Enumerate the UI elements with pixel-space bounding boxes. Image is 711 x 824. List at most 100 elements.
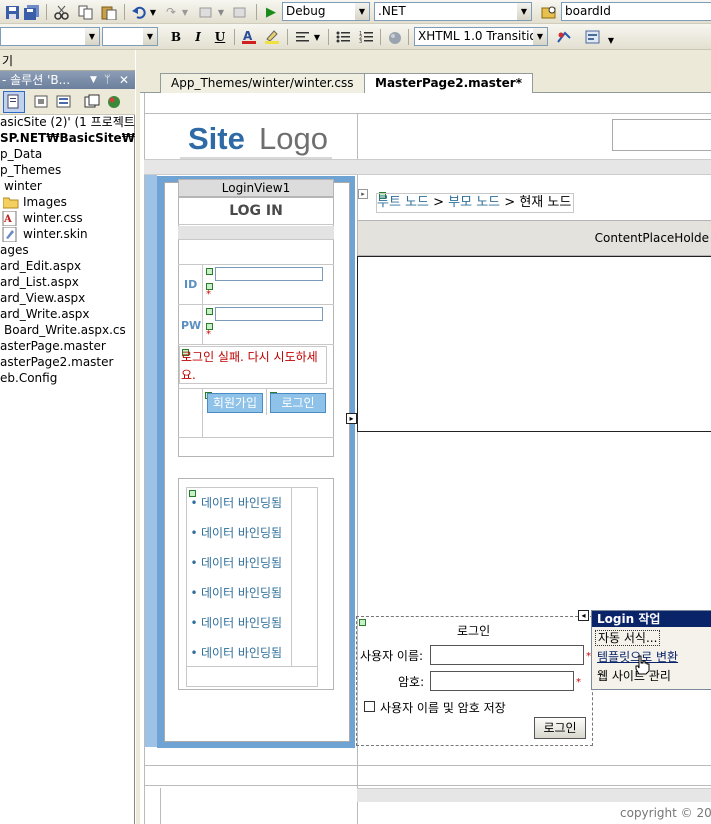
tree-item-web-config[interactable]: eb.Config <box>0 370 57 386</box>
justify-dropdown-icon[interactable]: ▼ <box>312 28 322 46</box>
password-input[interactable] <box>430 671 574 691</box>
password-label: 암호: <box>398 675 425 689</box>
save-icon[interactable] <box>3 3 21 21</box>
tool-strip: 기 <box>0 50 135 71</box>
tree-item-board-view[interactable]: ard_View.aspx <box>0 290 85 306</box>
chevron-down-icon[interactable]: ▼ <box>355 3 369 20</box>
close-icon[interactable]: ✕ <box>119 71 129 89</box>
tree-item-board-edit[interactable]: ard_Edit.aspx <box>0 258 81 274</box>
font-size-combo[interactable]: ▼ <box>102 27 158 46</box>
check-accessibility-icon[interactable] <box>555 28 573 46</box>
login-ctrl-button[interactable]: 로그인 <box>534 717 586 739</box>
cut-icon[interactable] <box>52 3 70 21</box>
paste-icon[interactable] <box>100 3 118 21</box>
login-button[interactable]: 로그인 <box>270 393 326 413</box>
tree-item-masterpage2[interactable]: asterPage2.master <box>0 354 113 370</box>
copy-icon[interactable] <box>76 3 94 21</box>
sitemap-root[interactable]: 루트 노드 <box>377 195 429 210</box>
list-item: • 데이터 바인딩됨 <box>187 524 282 541</box>
tree-item-app-data[interactable]: p_Data <box>0 146 42 162</box>
show-hide-icon[interactable] <box>584 28 602 46</box>
bold-button[interactable]: B <box>167 28 185 46</box>
undo-icon[interactable] <box>130 3 148 21</box>
hand-cursor-icon <box>634 655 650 678</box>
tree-item-board-write-cs[interactable]: Board_Write.aspx.cs <box>4 322 126 338</box>
font-name-combo[interactable]: ▼ <box>0 27 100 46</box>
chevron-down-icon[interactable]: ▼ <box>517 3 531 20</box>
tree-item-winter-skin[interactable]: winter.skin <box>23 226 88 242</box>
justify-icon[interactable] <box>293 28 311 46</box>
control-glyph-icon <box>206 268 213 275</box>
navigate-back-dropdown-icon[interactable]: ▼ <box>216 3 226 21</box>
pw-input[interactable] <box>215 307 323 321</box>
smart-tag-collapse-icon[interactable]: ◂ <box>578 610 589 621</box>
redo-icon[interactable]: ↷ <box>162 3 180 21</box>
pw-required-marker: * <box>206 329 211 340</box>
navigate-forward-icon[interactable] <box>230 3 248 21</box>
tree-item-masterpage[interactable]: asterPage.master <box>0 338 106 354</box>
foreground-color-icon[interactable]: A <box>240 28 258 46</box>
platform-value: .NET <box>378 4 406 18</box>
tab-masterpage2[interactable]: MasterPage2.master* <box>364 73 533 94</box>
target-schema-combo[interactable]: XHTML 1.0 Transitio ▼ <box>414 27 548 46</box>
control-glyph-icon <box>206 308 213 315</box>
document-tabs: App_Themes/winter/winter.css MasterPage2… <box>140 71 711 94</box>
chevron-down-icon[interactable]: ▼ <box>533 28 547 45</box>
remember-checkbox[interactable] <box>364 701 375 712</box>
chevron-down-icon[interactable]: ▼ <box>143 28 157 45</box>
join-button[interactable]: 회원가입 <box>207 393 263 413</box>
task-auto-format[interactable]: 자동 서식... <box>595 630 661 646</box>
italic-button[interactable]: I <box>189 28 207 46</box>
redo-dropdown-icon[interactable]: ▼ <box>180 3 190 21</box>
schema-value: XHTML 1.0 Transitio <box>418 29 537 43</box>
auto-hide-icon[interactable]: ᛘ <box>104 71 111 89</box>
tree-item-app-themes[interactable]: p_Themes <box>0 162 61 178</box>
background-color-icon[interactable] <box>263 28 281 46</box>
navigate-back-icon[interactable] <box>196 3 214 21</box>
tree-item-board-write[interactable]: ard_Write.aspx <box>0 306 90 322</box>
panel-title-text: - 솔루션 'B... <box>2 73 71 87</box>
tree-item-winter-css[interactable]: winter.css <box>23 210 83 226</box>
hyperlink-icon[interactable] <box>386 28 404 46</box>
bullets-icon[interactable] <box>334 28 352 46</box>
content-placeholder[interactable] <box>357 256 711 432</box>
numbering-icon[interactable]: 123 <box>357 28 375 46</box>
formatting-toolbar: ▼ ▼ B I U A ▼ 123 XHTML 1.0 Transitio ▼ … <box>0 24 711 50</box>
id-input[interactable] <box>215 267 323 281</box>
smart-tag-icon[interactable]: ▸ <box>346 413 357 424</box>
tree-item-solution[interactable]: asicSite (2)' (1 프로젝트 <box>0 114 135 130</box>
tree-item-project[interactable]: SP.NET₩BasicSite₩ <box>0 130 135 146</box>
find-combo[interactable]: boardId <box>561 2 711 21</box>
list-item: • 데이터 바인딩됨 <box>187 644 282 661</box>
tree-item-board-list[interactable]: ard_List.aspx <box>0 274 79 290</box>
toolbar-options-icon[interactable]: ▼ <box>606 31 616 49</box>
tab-winter-css[interactable]: App_Themes/winter/winter.css <box>160 73 365 93</box>
view-designer-icon[interactable] <box>84 94 100 113</box>
sitemap-expand-icon[interactable]: ▸ <box>358 189 368 199</box>
sitemap-parent[interactable]: 부모 노드 <box>448 195 500 210</box>
tree-item-winter[interactable]: winter <box>4 178 42 194</box>
underline-button[interactable]: U <box>211 28 229 46</box>
svg-text:3: 3 <box>359 39 362 44</box>
properties-icon[interactable] <box>3 91 25 113</box>
tree-item-images[interactable]: Images <box>23 194 67 210</box>
refresh-icon[interactable] <box>56 95 72 112</box>
frame-line <box>144 113 711 114</box>
show-all-files-icon[interactable] <box>34 95 50 112</box>
start-debugging-icon[interactable]: ▶ <box>262 3 280 21</box>
solution-platform-combo[interactable]: .NET ▼ <box>374 2 532 21</box>
find-in-files-icon[interactable] <box>540 3 558 21</box>
folder-icon <box>2 196 19 212</box>
save-all-icon[interactable] <box>23 3 41 21</box>
undo-dropdown-icon[interactable]: ▼ <box>148 3 158 21</box>
tree-item-images-folder[interactable]: ages <box>0 242 29 258</box>
chevron-down-icon[interactable]: ▼ <box>85 28 99 45</box>
window-position-icon[interactable]: ▼ <box>90 71 97 89</box>
copy-website-icon[interactable] <box>106 94 122 113</box>
logo-light: Logo <box>259 121 328 156</box>
login-tasks-panel: Login 작업 자동 서식... 템플릿으로 변환 웹 사이트 관리 <box>591 610 711 690</box>
solution-configuration-combo[interactable]: Debug ▼ <box>282 2 370 21</box>
username-input[interactable] <box>430 645 584 665</box>
bullet-icon: • <box>190 556 198 570</box>
footer-band <box>357 788 711 802</box>
